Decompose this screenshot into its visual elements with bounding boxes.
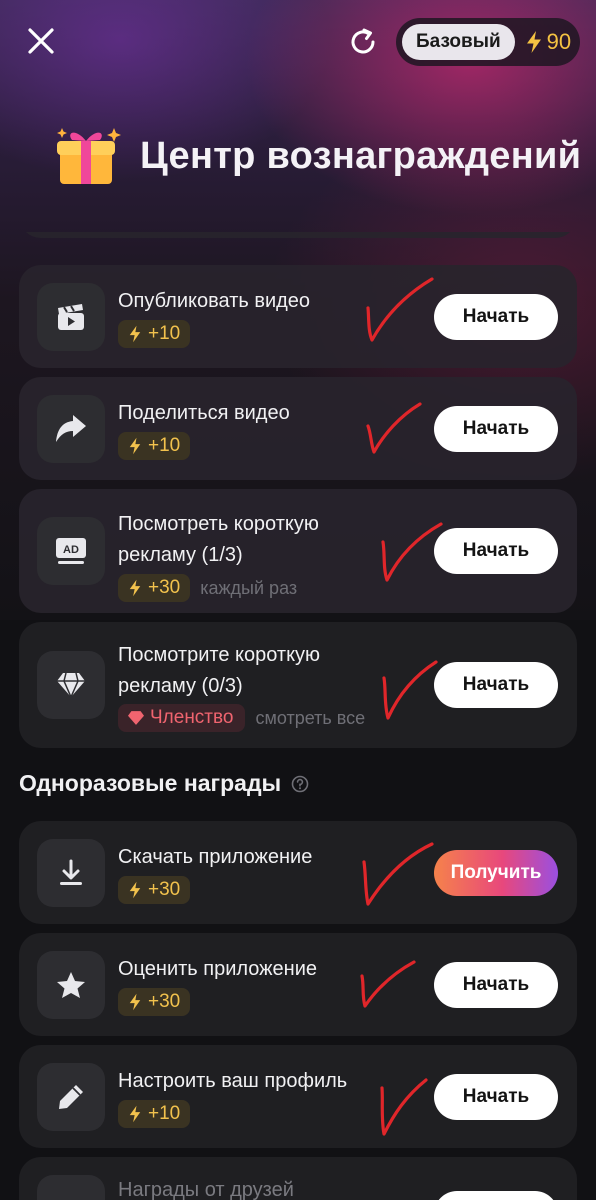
start-button[interactable]: Начать xyxy=(434,406,558,452)
task-reward-row: Членство смотреть все xyxy=(118,704,365,732)
task-reward-row: +10 xyxy=(118,1100,191,1128)
task-title-line-2: рекламу (1/3) xyxy=(118,544,243,566)
share-arrow-icon xyxy=(56,415,86,442)
reward-pill: +30 xyxy=(118,988,191,1016)
membership-pill: Членство xyxy=(118,704,246,732)
reward-pill: +30 xyxy=(118,876,191,904)
lightning-icon xyxy=(129,437,141,455)
task-reward-row: +30 xyxy=(118,876,191,904)
gift-icon xyxy=(57,128,121,184)
lightning-icon xyxy=(129,579,141,597)
diamond-icon xyxy=(57,672,85,698)
lightning-icon xyxy=(129,881,141,899)
lightning-icon xyxy=(129,325,141,343)
task-title: Оценить приложение xyxy=(118,958,318,980)
task-title: Настроить ваш профиль xyxy=(118,1070,348,1092)
task-icon-box xyxy=(37,283,105,351)
task-title: Поделиться видео xyxy=(118,402,290,424)
energy-balance-value: 90 xyxy=(546,29,572,54)
lightning-icon xyxy=(129,993,141,1011)
page-title: Центр вознаграждений xyxy=(140,134,582,177)
refresh-button[interactable] xyxy=(343,22,383,62)
task-card-publish-video: Опубликовать видео +10 Начать xyxy=(19,265,577,368)
friends-icon xyxy=(37,1175,105,1200)
task-icon-box: AD xyxy=(37,517,105,585)
download-icon xyxy=(60,859,82,885)
lightning-icon xyxy=(129,1105,141,1123)
plan-badge: Базовый xyxy=(402,24,515,60)
diamond-icon xyxy=(128,711,144,725)
reward-amount: +30 xyxy=(148,879,181,900)
reward-pill: +30 xyxy=(118,574,191,602)
start-button[interactable]: Начать xyxy=(434,662,558,708)
page-title-row: Центр вознаграждений xyxy=(52,124,581,188)
star-icon xyxy=(57,972,85,998)
task-reward-row: +30 xyxy=(118,988,191,1016)
reward-amount: +10 xyxy=(148,435,181,456)
task-title-line-1: Посмотрите короткую xyxy=(118,644,321,666)
one-time-card-rate-app: Оценить приложение +30 Начать xyxy=(19,933,577,1036)
task-title: Посмотреть короткую рекламу (1/3) xyxy=(118,509,398,571)
task-card-watch-ad-member: Посмотрите короткую рекламу (0/3) Членст… xyxy=(19,622,577,748)
claim-button[interactable]: Получить xyxy=(434,850,558,896)
one-time-card-setup-profile: Настроить ваш профиль +10 Начать xyxy=(19,1045,577,1148)
task-reward-row: +30 каждый раз xyxy=(118,574,297,602)
lightning-icon xyxy=(526,31,541,53)
section-title: Одноразовые награды xyxy=(19,770,282,796)
task-reward-row: +10 xyxy=(118,432,191,460)
reward-amount: +10 xyxy=(148,1103,181,1124)
task-title: Награды от друзей xyxy=(118,1179,294,1200)
rewards-list[interactable]: Опубликовать видео +10 Начать Поделиться… xyxy=(0,232,596,1200)
task-card-share-video: Поделиться видео +10 Начать xyxy=(19,377,577,480)
start-button[interactable]: Начать xyxy=(434,294,558,340)
reward-note: каждый раз xyxy=(200,577,298,598)
top-bar: Базовый 90 xyxy=(0,0,596,90)
task-title-line-1: Посмотреть короткую xyxy=(118,513,319,535)
svg-text:AD: AD xyxy=(63,544,79,556)
task-icon-box xyxy=(37,951,105,1019)
task-card-watch-ad: AD Посмотреть короткую рекламу (1/3) +30… xyxy=(19,489,577,613)
membership-label: Членство xyxy=(150,707,234,728)
task-title-line-2: рекламу (0/3) xyxy=(118,675,243,697)
reward-pill: +10 xyxy=(118,432,191,460)
close-button[interactable] xyxy=(20,20,62,62)
start-button[interactable]: Начать xyxy=(434,528,558,574)
one-time-card-download-app: Скачать приложение +30 Получить xyxy=(19,821,577,924)
action-button[interactable] xyxy=(434,1191,558,1200)
task-title: Посмотрите короткую рекламу (0/3) xyxy=(118,640,398,702)
task-icon-box xyxy=(37,651,105,719)
one-time-card-friend-rewards: Награды от друзей xyxy=(19,1157,577,1200)
task-title: Скачать приложение xyxy=(118,846,313,868)
reward-amount: +30 xyxy=(148,991,181,1012)
help-icon[interactable] xyxy=(291,775,309,793)
refresh-icon xyxy=(351,28,375,54)
hidden-task-card xyxy=(19,232,577,238)
ad-icon: AD xyxy=(56,538,86,564)
start-button[interactable]: Начать xyxy=(434,1074,558,1120)
reward-amount: +10 xyxy=(148,323,181,344)
task-icon-box xyxy=(37,839,105,907)
reward-pill: +10 xyxy=(118,320,191,348)
one-time-rewards-heading: Одноразовые награды xyxy=(19,770,309,797)
task-reward-row: +10 xyxy=(118,320,191,348)
video-clip-icon xyxy=(58,304,84,330)
task-title: Опубликовать видео xyxy=(118,290,311,312)
view-all-link[interactable]: смотреть все xyxy=(255,708,365,729)
energy-balance: 90 xyxy=(525,29,571,55)
reward-pill: +10 xyxy=(118,1100,191,1128)
plan-and-balance-pill[interactable]: Базовый 90 xyxy=(396,18,580,66)
reward-amount: +30 xyxy=(148,577,181,598)
start-button[interactable]: Начать xyxy=(434,962,558,1008)
close-icon xyxy=(28,28,54,54)
task-icon-box xyxy=(37,1063,105,1131)
pencil-icon xyxy=(59,1085,83,1109)
task-icon-box xyxy=(37,395,105,463)
